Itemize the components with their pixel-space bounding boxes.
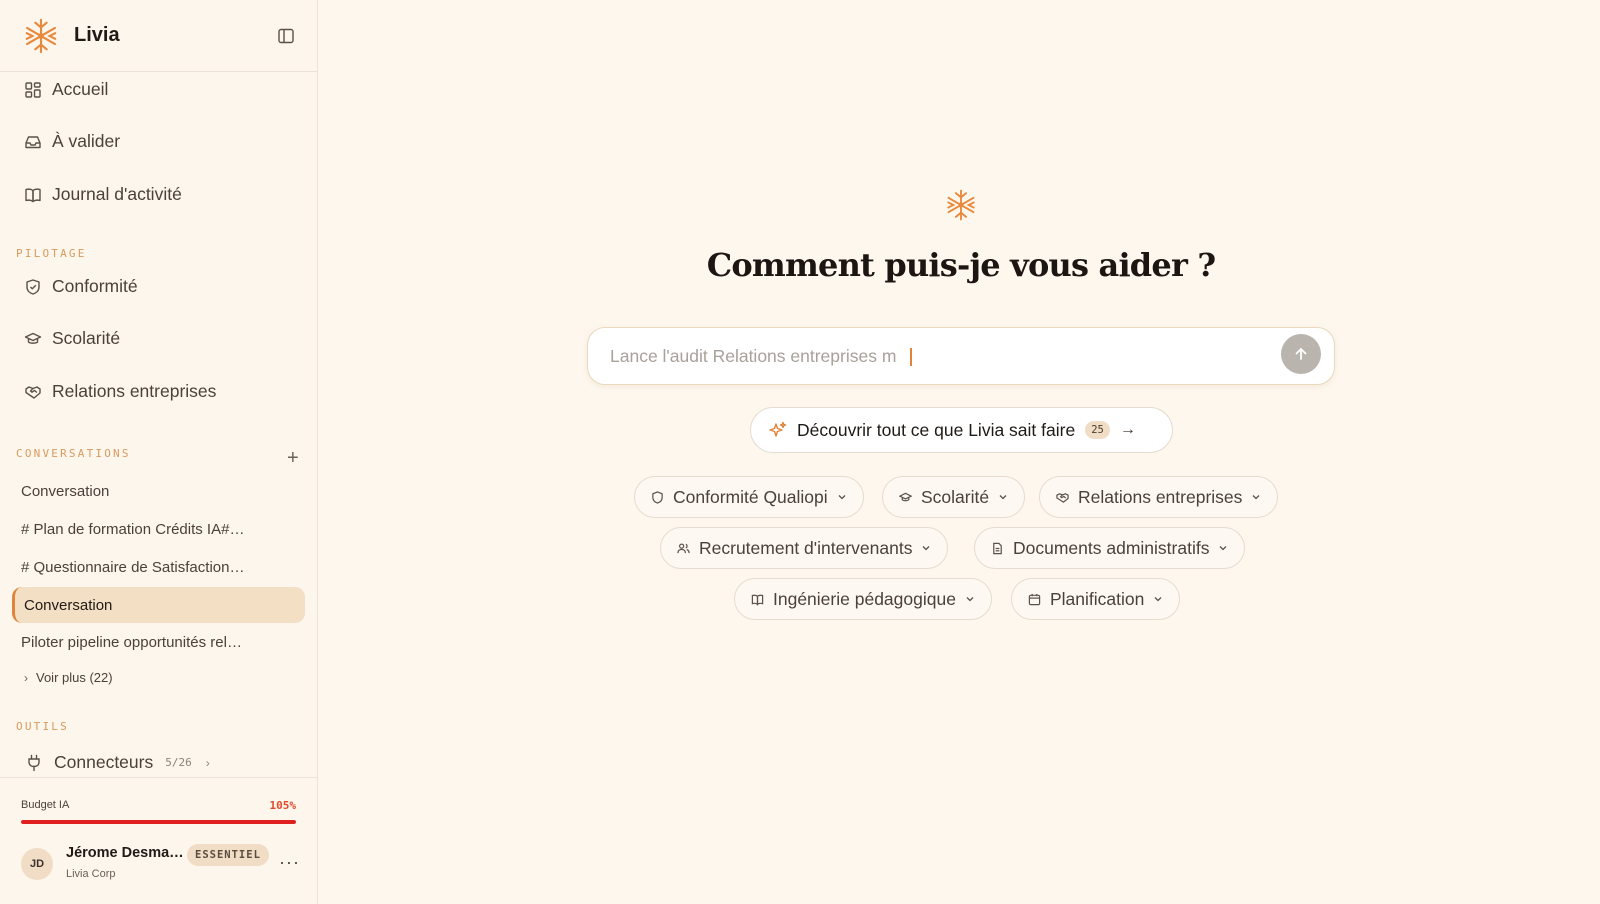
nav-accueil[interactable]: Accueil — [24, 79, 108, 100]
chip-documents-administratifs[interactable]: Documents administratifs — [974, 527, 1246, 569]
nav-scolarite[interactable]: Scolarité — [24, 328, 120, 349]
shield-icon — [652, 490, 663, 504]
voir-plus-label: Voir plus (22) — [36, 670, 113, 685]
budget-progress-bar — [21, 820, 296, 824]
plug-icon — [28, 754, 40, 771]
chip-ingenierie-pedagogique[interactable]: Ingénierie pédagogique — [734, 578, 992, 620]
chip-recrutement-intervenants[interactable]: Recrutement d'intervenants — [660, 527, 949, 569]
discover-capabilities-button[interactable]: Découvrir tout ce que Livia sait faire 2… — [750, 407, 1173, 453]
text-caret — [910, 348, 912, 366]
connecteurs-count: 5/26 — [165, 756, 192, 769]
nav-relations-entreprises[interactable]: Relations entreprises — [24, 381, 216, 402]
prompt-box — [587, 327, 1335, 385]
chip-planification[interactable]: Planification — [1011, 578, 1181, 620]
section-conversations: CONVERSATIONS — [16, 447, 131, 460]
chevron-right-icon: › — [205, 755, 210, 770]
chevron-down-icon — [922, 546, 930, 551]
chevron-down-icon — [966, 597, 974, 602]
chip-relations-entreprises[interactable]: Relations entreprises — [1039, 476, 1279, 518]
livia-logo-icon[interactable] — [22, 17, 60, 55]
conversation-item[interactable]: # Plan de formation Crédits IA#… — [21, 521, 244, 538]
nav-label: Relations entreprises — [52, 381, 217, 401]
chevron-right-icon: › — [24, 670, 28, 685]
users-icon — [677, 543, 690, 553]
discover-label: Découvrir tout ce que Livia sait faire — [797, 419, 1076, 440]
page-title: Comment puis-je vous aider ? — [706, 246, 1216, 284]
send-button[interactable] — [1281, 334, 1321, 374]
nav-connecteurs[interactable]: Connecteurs 5/26 › — [26, 752, 210, 773]
chip-scolarite[interactable]: Scolarité — [882, 476, 1026, 518]
livia-logo-icon — [947, 189, 975, 221]
budget-label: Budget IA — [21, 799, 70, 811]
book-icon — [25, 188, 41, 202]
nav-label: Conformité — [52, 276, 138, 296]
discover-count-badge: 25 — [1085, 421, 1110, 439]
new-conversation-button[interactable]: + — [287, 448, 299, 468]
nav-a-valider[interactable]: À valider — [24, 131, 120, 152]
chip-label: Ingénierie pédagogique — [773, 588, 956, 609]
document-icon — [993, 542, 1002, 554]
dashboard-icon — [25, 81, 41, 98]
chevron-down-icon — [1220, 546, 1227, 551]
sidebar-header: Livia — [0, 0, 317, 72]
conversation-label: Conversation — [24, 596, 113, 614]
book-icon — [751, 594, 764, 606]
chip-label: Scolarité — [921, 486, 990, 507]
sidebar-footer: Budget IA 105% JD Jérome Desma… Livia Co… — [0, 777, 318, 904]
user-org: Livia Corp — [66, 868, 116, 880]
conversation-item[interactable]: # Questionnaire de Satisfaction… — [21, 559, 244, 576]
chevron-down-icon — [999, 495, 1007, 500]
nav-journal[interactable]: Journal d'activité — [24, 184, 182, 205]
shield-icon — [26, 278, 40, 295]
nav-label: Scolarité — [52, 328, 121, 348]
nav-conformite[interactable]: Conformité — [24, 276, 138, 297]
plan-badge: ESSENTIEL — [187, 844, 269, 866]
graduation-cap-icon — [899, 492, 912, 501]
app-name: Livia — [74, 24, 120, 46]
handshake-icon — [1056, 492, 1069, 503]
budget-percent: 105% — [269, 799, 297, 812]
user-name: Jérome Desma… — [66, 845, 184, 861]
chip-label: Conformité Qualiopi — [673, 486, 828, 507]
chip-label: Recrutement d'intervenants — [699, 537, 913, 558]
prompt-input[interactable] — [610, 328, 1250, 384]
inbox-icon — [25, 135, 41, 148]
conversation-item-active[interactable]: Conversation — [12, 587, 305, 623]
chip-label: Documents administratifs — [1013, 537, 1210, 558]
handshake-icon — [25, 385, 41, 399]
chip-conformite-qualiopi[interactable]: Conformité Qualiopi — [634, 476, 864, 518]
arrow-right-icon: → — [1119, 421, 1136, 438]
chevron-down-icon — [1252, 495, 1260, 500]
sidebar: Livia Accueil À valider Journal d'activi… — [0, 0, 318, 904]
arrow-up-icon — [1295, 348, 1307, 360]
chip-label: Relations entreprises — [1078, 486, 1243, 507]
avatar[interactable]: JD — [21, 848, 53, 880]
chip-label: Planification — [1050, 588, 1145, 609]
more-options-icon[interactable]: ··· — [279, 852, 300, 873]
nav-label: À valider — [52, 131, 121, 151]
sidebar-toggle-icon[interactable] — [275, 25, 297, 47]
sparkles-icon — [769, 421, 787, 437]
chevron-down-icon — [1154, 597, 1162, 602]
nav-label: Accueil — [52, 79, 109, 99]
connecteurs-label: Connecteurs — [54, 752, 154, 772]
nav-label: Journal d'activité — [52, 184, 182, 204]
conversation-item[interactable]: Piloter pipeline opportunités rel… — [21, 634, 242, 651]
section-pilotage: PILOTAGE — [16, 247, 87, 260]
conversation-item[interactable]: Conversation — [21, 483, 109, 500]
graduation-cap-icon — [24, 332, 42, 344]
calendar-icon — [1028, 593, 1041, 605]
voir-plus-button[interactable]: › Voir plus (22) — [24, 670, 113, 685]
section-outils: OUTILS — [16, 720, 69, 733]
chevron-down-icon — [838, 495, 846, 500]
budget-progress-fill — [21, 820, 296, 824]
